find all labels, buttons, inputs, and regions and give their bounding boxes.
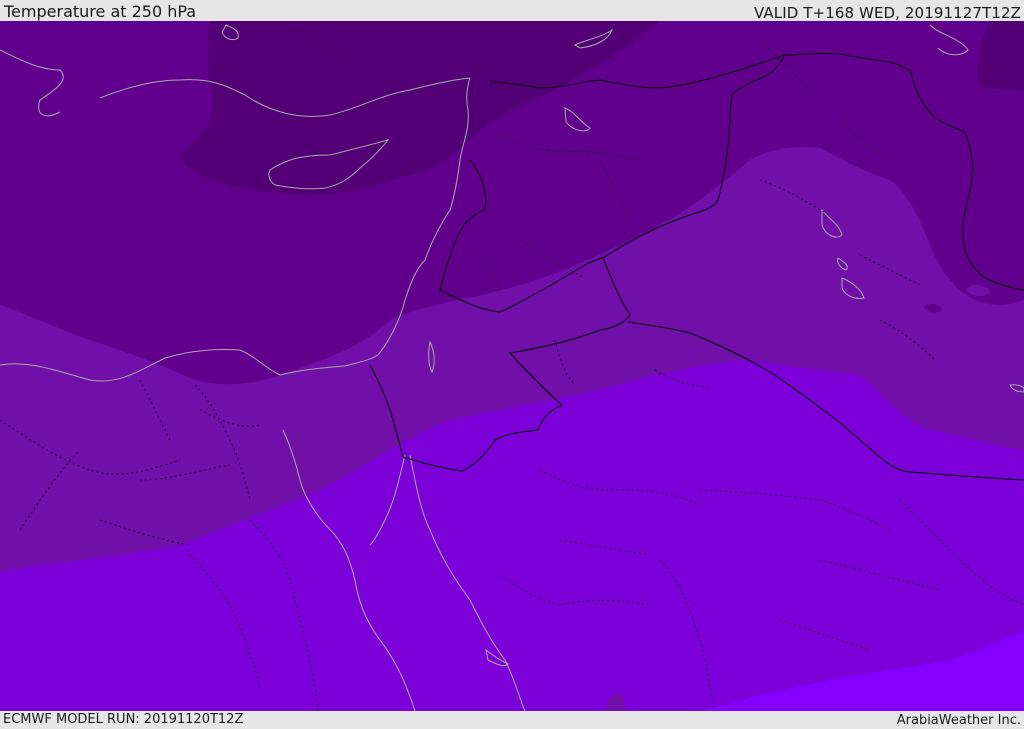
footer-bar: ECMWF MODEL RUN: 20191120T12Z ArabiaWeat… xyxy=(0,711,1024,729)
map-title: Temperature at 250 hPa xyxy=(4,2,197,21)
model-run: ECMWF MODEL RUN: 20191120T12Z xyxy=(3,712,244,727)
credit: ArabiaWeather Inc. xyxy=(896,713,1021,728)
valid-time: VALID T+168 WED, 20191127T12Z xyxy=(754,4,1021,22)
header-bar: Temperature at 250 hPa VALID T+168 WED, … xyxy=(0,0,1024,22)
weather-map xyxy=(0,21,1024,711)
